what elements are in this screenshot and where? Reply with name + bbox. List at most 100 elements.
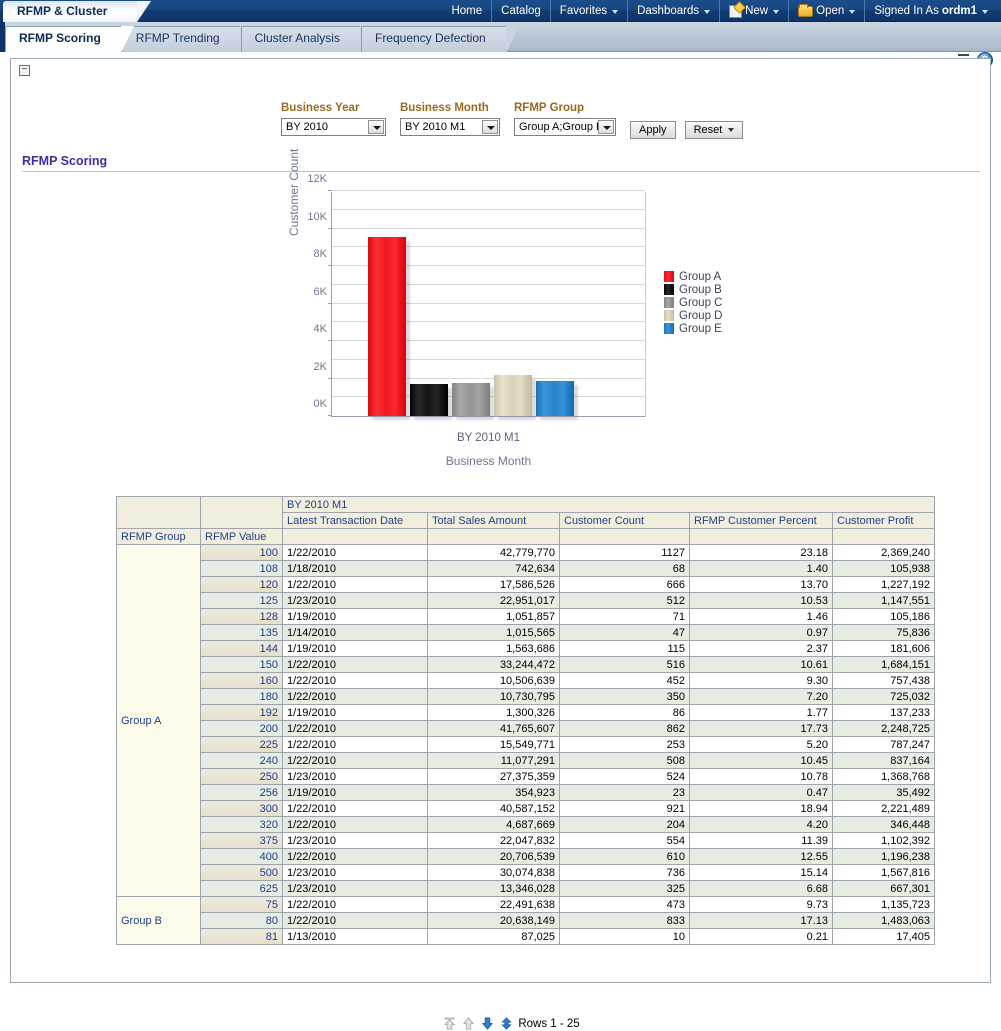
folder-icon [798, 6, 813, 17]
table-row[interactable]: 801/22/201020,638,14983317.131,483,063 [117, 913, 935, 929]
cell-latest-transaction-date: 1/22/2010 [283, 673, 428, 689]
cell-customer-profit: 1,483,063 [833, 913, 935, 929]
table-row[interactable]: 811/13/201087,025100.2117,405 [117, 929, 935, 945]
bar-group-b[interactable] [410, 384, 448, 416]
table-row[interactable]: 3001/22/201040,587,15292118.942,221,489 [117, 801, 935, 817]
legend-item-group-b[interactable]: Group B [664, 283, 722, 296]
table-row[interactable]: 1601/22/201010,506,6394529.30757,438 [117, 673, 935, 689]
nav-dashboards-label: Dashboards [637, 0, 699, 22]
bar-group-e[interactable] [536, 381, 574, 416]
table-row[interactable]: 6251/23/201013,346,0283256.68667,301 [117, 881, 935, 897]
tab-cluster-analysis[interactable]: Cluster Analysis [241, 26, 360, 52]
bar-group-a[interactable] [368, 237, 406, 416]
chart-ytick-0k: 0K [314, 398, 327, 410]
cell-latest-transaction-date: 1/22/2010 [283, 817, 428, 833]
business-month-label: Business Month [400, 102, 500, 114]
chevron-down-icon [598, 120, 614, 134]
col-total-sales-amount[interactable]: Total Sales Amount [428, 513, 560, 529]
chevron-down-icon [612, 10, 618, 14]
col-latest-transaction-date[interactable]: Latest Transaction Date [283, 513, 428, 529]
cell-rfmp-customer-percent: 10.45 [690, 753, 833, 769]
nav-favorites[interactable]: Favorites [550, 0, 627, 22]
cell-customer-profit: 1,227,192 [833, 577, 935, 593]
cell-customer-profit: 75,836 [833, 625, 935, 641]
nav-new[interactable]: New [719, 0, 788, 22]
table-row[interactable]: 1081/18/2010742,634681.40105,938 [117, 561, 935, 577]
table-row[interactable]: 1801/22/201010,730,7953507.20725,032 [117, 689, 935, 705]
customer-count-bar-chart[interactable]: Customer Count 12K 10K 8K 6K 4K [281, 184, 741, 464]
collapse-section-icon[interactable]: − [19, 65, 30, 76]
table-row[interactable]: Group A1001/22/201042,779,770112723.182,… [117, 545, 935, 561]
cell-customer-profit: 2,221,489 [833, 801, 935, 817]
table-row[interactable]: 3751/23/201022,047,83255411.391,102,392 [117, 833, 935, 849]
col-customer-count[interactable]: Customer Count [560, 513, 690, 529]
tab-rfmp-trending[interactable]: RFMP Trending [122, 26, 240, 52]
last-page-icon[interactable] [499, 1016, 514, 1031]
legend-item-group-a[interactable]: Group A [664, 270, 722, 283]
table-row[interactable]: 4001/22/201020,706,53961012.551,196,238 [117, 849, 935, 865]
reset-button[interactable]: Reset [685, 121, 744, 139]
rfmp-scoring-pivot-table: BY 2010 M1 Latest Transaction Date Total… [116, 496, 935, 945]
first-page-icon[interactable] [442, 1016, 457, 1031]
global-header-bar: RFMP & Cluster Home Catalog Favorites Da… [0, 0, 1001, 22]
cell-customer-profit: 1,102,392 [833, 833, 935, 849]
nav-signed-in-as[interactable]: Signed In As ordm1 [864, 0, 997, 22]
cell-rfmp-customer-percent: 15.14 [690, 865, 833, 881]
col-customer-profit[interactable]: Customer Profit [833, 513, 935, 529]
pivot-table: BY 2010 M1 Latest Transaction Date Total… [116, 496, 935, 945]
nav-home[interactable]: Home [442, 0, 491, 22]
table-row[interactable]: 2401/22/201011,077,29150810.45837,164 [117, 753, 935, 769]
cell-total-sales-amount: 20,638,149 [428, 913, 560, 929]
apply-button-label: Apply [639, 124, 667, 136]
previous-page-icon[interactable] [461, 1016, 476, 1031]
legend-item-group-e[interactable]: Group E [664, 322, 722, 335]
table-row[interactable]: 2001/22/201041,765,60786217.732,248,725 [117, 721, 935, 737]
business-month-select[interactable]: BY 2010 M1 [400, 118, 500, 136]
legend-label-group-d: Group D [679, 310, 722, 322]
bar-group-c[interactable] [452, 383, 490, 416]
table-row[interactable]: 3201/22/20104,687,6692044.20346,448 [117, 817, 935, 833]
legend-item-group-d[interactable]: Group D [664, 309, 722, 322]
cell-customer-profit: 181,606 [833, 641, 935, 657]
cell-rfmp-value: 80 [201, 913, 283, 929]
table-row[interactable]: 2251/22/201015,549,7712535.20787,247 [117, 737, 935, 753]
col-rfmp-customer-percent[interactable]: RFMP Customer Percent [690, 513, 833, 529]
table-row[interactable]: 1251/23/201022,951,01751210.531,147,551 [117, 593, 935, 609]
apply-button[interactable]: Apply [630, 121, 676, 139]
reset-button-label: Reset [694, 124, 723, 136]
tab-frequency-defection[interactable]: Frequency Defection [361, 26, 506, 52]
nav-catalog[interactable]: Catalog [491, 0, 550, 22]
table-row[interactable]: Group B751/22/201022,491,6384739.731,135… [117, 897, 935, 913]
table-row[interactable]: 1281/19/20101,051,857711.46105,186 [117, 609, 935, 625]
table-row[interactable]: 1921/19/20101,300,326861.77137,233 [117, 705, 935, 721]
col-rfmp-group[interactable]: RFMP Group [117, 529, 201, 545]
rfmp-group-select[interactable]: Group A;Group B [514, 118, 616, 136]
cell-rfmp-customer-percent: 5.20 [690, 737, 833, 753]
business-year-select[interactable]: BY 2010 [281, 118, 386, 136]
pager-rows-label: Rows 1 - 25 [518, 1018, 579, 1030]
nav-dashboards[interactable]: Dashboards [627, 0, 719, 22]
dashboard-title-tab[interactable]: RFMP & Cluster [3, 1, 137, 22]
table-row[interactable]: 1501/22/201033,244,47251610.611,684,151 [117, 657, 935, 673]
tab-rfmp-scoring[interactable]: RFMP Scoring [5, 26, 121, 52]
next-page-icon[interactable] [480, 1016, 495, 1031]
cell-customer-count: 862 [560, 721, 690, 737]
cell-rfmp-value: 240 [201, 753, 283, 769]
table-row[interactable]: 5001/23/201030,074,83873615.141,567,816 [117, 865, 935, 881]
table-row[interactable]: 2561/19/2010354,923230.4735,492 [117, 785, 935, 801]
cell-rfmp-customer-percent: 7.20 [690, 689, 833, 705]
nav-open[interactable]: Open [788, 0, 864, 22]
cell-rfmp-group[interactable]: Group A [117, 545, 201, 897]
cell-latest-transaction-date: 1/19/2010 [283, 705, 428, 721]
bar-group-d[interactable] [494, 375, 532, 416]
table-row[interactable]: 2501/23/201027,375,35952410.781,368,768 [117, 769, 935, 785]
cell-customer-count: 47 [560, 625, 690, 641]
cell-rfmp-group[interactable]: Group B [117, 897, 201, 945]
legend-item-group-c[interactable]: Group C [664, 296, 722, 309]
table-row[interactable]: 1441/19/20101,563,6861152.37181,606 [117, 641, 935, 657]
table-row[interactable]: 1201/22/201017,586,52666613.701,227,192 [117, 577, 935, 593]
table-row[interactable]: 1351/14/20101,015,565470.9775,836 [117, 625, 935, 641]
cell-rfmp-value: 125 [201, 593, 283, 609]
cell-rfmp-value: 128 [201, 609, 283, 625]
col-rfmp-value[interactable]: RFMP Value [201, 529, 283, 545]
